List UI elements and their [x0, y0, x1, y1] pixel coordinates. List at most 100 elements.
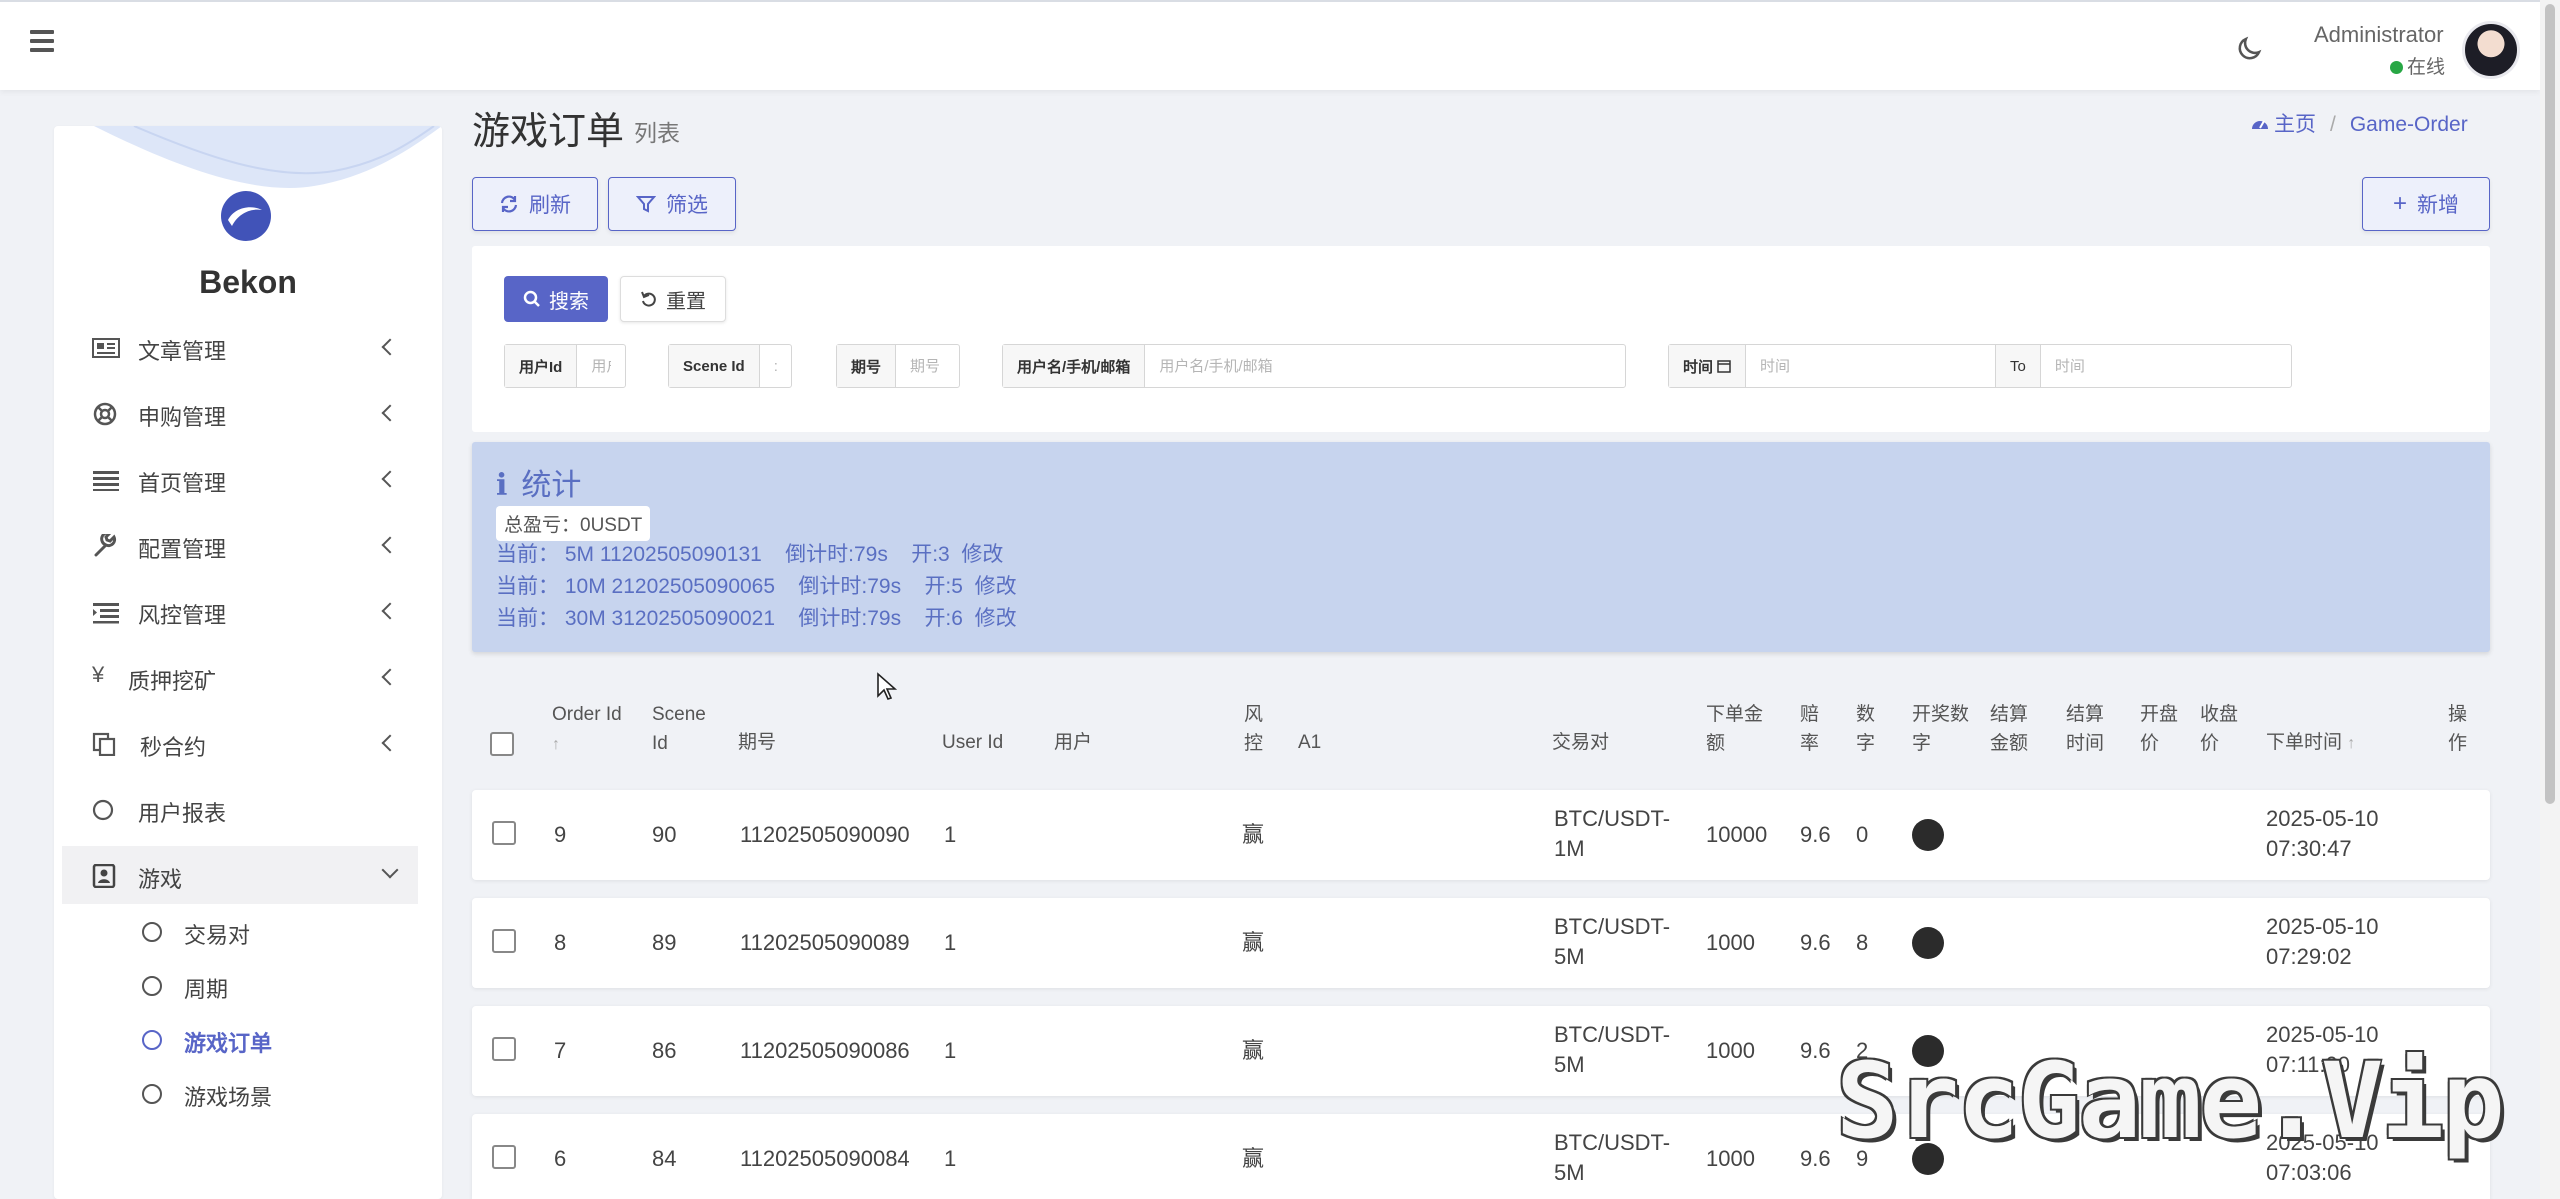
sidebar-item-homepage[interactable]: 首页管理 [62, 450, 418, 508]
status-text: 在线 [2407, 57, 2446, 78]
cell-period: 11202505090090 [740, 822, 910, 847]
cell-risk: 赢 [1242, 1038, 1265, 1063]
row-checkbox[interactable] [492, 821, 516, 845]
period-input[interactable] [896, 345, 959, 387]
header-label: 下单时间 [2266, 732, 2343, 753]
circle-icon [92, 799, 114, 821]
chevron-left-icon [381, 338, 399, 356]
edit-link[interactable]: 修改 [975, 575, 1017, 598]
life-ring-icon [93, 402, 117, 426]
cell-pair: BTC/USDT-1M [1554, 806, 1671, 861]
sidebar-item-label: 申购管理 [138, 405, 227, 430]
header-amount: 下单金额 [1706, 704, 1764, 754]
row-checkbox[interactable] [492, 929, 516, 953]
field-label: 用户Id [505, 345, 578, 387]
row-checkbox[interactable] [492, 1145, 516, 1169]
watermark: SrcGame.Vip [1836, 1040, 2505, 1162]
start-time-input[interactable] [1746, 345, 1997, 387]
time-label: 时间 [1683, 358, 1714, 376]
reset-button[interactable]: 重置 [620, 276, 726, 322]
round-code: 10M 21202505090065 [564, 575, 776, 598]
header-risk: 风控 [1244, 704, 1264, 754]
add-label: 新增 [2417, 194, 2459, 217]
circle-icon [142, 922, 162, 942]
sidebar-item-subscription[interactable]: 申购管理 [62, 384, 418, 442]
sidebar-item-staking[interactable]: ¥ 质押挖矿 [62, 648, 418, 706]
dark-mode-icon[interactable] [2234, 34, 2264, 64]
sidebar-item-config[interactable]: 配置管理 [62, 516, 418, 574]
sidebar-item-game[interactable]: 游戏 [62, 846, 418, 904]
table-row[interactable]: 9 90 11202505090090 1 赢 BTC/USDT-1M 1000… [472, 790, 2490, 880]
header-order-time[interactable]: 下单时间 ↑ [2266, 728, 2355, 758]
countdown: 倒计时:79s [785, 543, 888, 566]
cell-pair: BTC/USDT-5M [1554, 1130, 1671, 1185]
cell-scene-id: 89 [652, 930, 677, 955]
row-checkbox[interactable] [492, 1037, 516, 1061]
avatar[interactable] [2462, 21, 2520, 79]
edit-link[interactable]: 修改 [961, 543, 1003, 566]
refresh-button[interactable]: 刷新 [472, 177, 598, 231]
cell-odds: 9.6 [1800, 1038, 1831, 1063]
page-subtitle: 列表 [634, 120, 680, 146]
page-scrollbar[interactable] [2540, 0, 2560, 1199]
header-action: 操作 [2448, 704, 2468, 754]
brand-logo-icon [221, 191, 271, 241]
sidebar-subitem-period[interactable]: 周期 [54, 962, 442, 1012]
header-odds: 赔率 [1800, 704, 1820, 754]
field-label: 时间 [1669, 345, 1747, 387]
edit-link[interactable]: 修改 [975, 607, 1017, 630]
header-close-price: 收盘价 [2200, 704, 2239, 754]
select-all-checkbox[interactable] [490, 732, 514, 756]
sidebar-subitem-game-order[interactable]: 游戏订单 [54, 1016, 442, 1066]
sidebar-item-risk[interactable]: 风控管理 [62, 582, 418, 640]
sidebar-subitem-game-scene[interactable]: 游戏场景 [54, 1070, 442, 1120]
add-button[interactable]: + 新增 [2362, 177, 2490, 231]
table-row[interactable]: 8 89 11202505090089 1 赢 BTC/USDT-5M 1000… [472, 898, 2490, 988]
cell-odds: 9.6 [1800, 930, 1831, 955]
search-button[interactable]: 搜索 [504, 276, 608, 322]
header-period: 期号 [738, 732, 777, 753]
search-label: 搜索 [549, 290, 589, 313]
sidebar-item-user-report[interactable]: 用户报表 [62, 780, 418, 838]
cell-period: 11202505090089 [740, 930, 910, 955]
draw-ball-icon [1912, 819, 1944, 851]
to-label: To [1996, 345, 2041, 387]
stats-title: i 统计 [496, 460, 581, 504]
cell-risk: 赢 [1242, 1146, 1265, 1171]
header-number: 数字 [1856, 704, 1876, 754]
username-input[interactable] [1145, 345, 1625, 387]
circle-icon [142, 1030, 162, 1050]
end-time-input[interactable] [2040, 345, 2291, 387]
search-icon [523, 290, 540, 307]
sidebar-item-label: 配置管理 [138, 537, 227, 562]
admin-name[interactable]: Administrator [2314, 22, 2444, 48]
header-open-price: 开盘价 [2140, 704, 2179, 754]
username-filter: 用户名/手机/邮箱 [1002, 344, 1626, 388]
scrollbar-thumb[interactable] [2545, 4, 2555, 804]
header-pair: 交易对 [1552, 732, 1610, 753]
list-icon [93, 471, 119, 491]
undo-icon [641, 291, 656, 307]
stats-panel: i 统计 总盈亏：0USDT 当前： 5M 11202505090131 倒计时:… [472, 442, 2490, 652]
table-header: Order Id ↑ Scene Id 期号 User Id 用户 风控 A1 交… [472, 696, 2490, 770]
filter-button[interactable]: 筛选 [608, 177, 736, 231]
menu-toggle-icon[interactable] [30, 30, 54, 54]
breadcrumb-current[interactable]: Game-Order [2350, 113, 2468, 136]
sidebar-item-contract[interactable]: 秒合约 [62, 714, 418, 772]
cell-risk: 赢 [1242, 822, 1265, 847]
field-label: 用户名/手机/邮箱 [1003, 345, 1146, 387]
sidebar-subitem-pairs[interactable]: 交易对 [54, 908, 442, 958]
header-order-id[interactable]: Order Id ↑ [552, 700, 642, 759]
dashboard-icon [2252, 120, 2268, 129]
scene-id-input[interactable] [759, 345, 791, 387]
draw-ball-icon [1912, 927, 1944, 959]
current-round-line: 当前： 30M 31202505090021 倒计时:79s 开:6 修改 [496, 602, 1017, 632]
user-id-input[interactable] [577, 345, 625, 387]
sort-up-icon: ↑ [2347, 735, 2356, 752]
chevron-left-icon [381, 470, 399, 488]
cell-odds: 9.6 [1800, 822, 1831, 847]
breadcrumb-home[interactable]: 主页 [2274, 113, 2316, 136]
sidebar-item-articles[interactable]: 文章管理 [62, 318, 418, 376]
sidebar-item-label: 用户报表 [138, 801, 227, 826]
sidebar-item-label: 游戏 [138, 867, 183, 892]
